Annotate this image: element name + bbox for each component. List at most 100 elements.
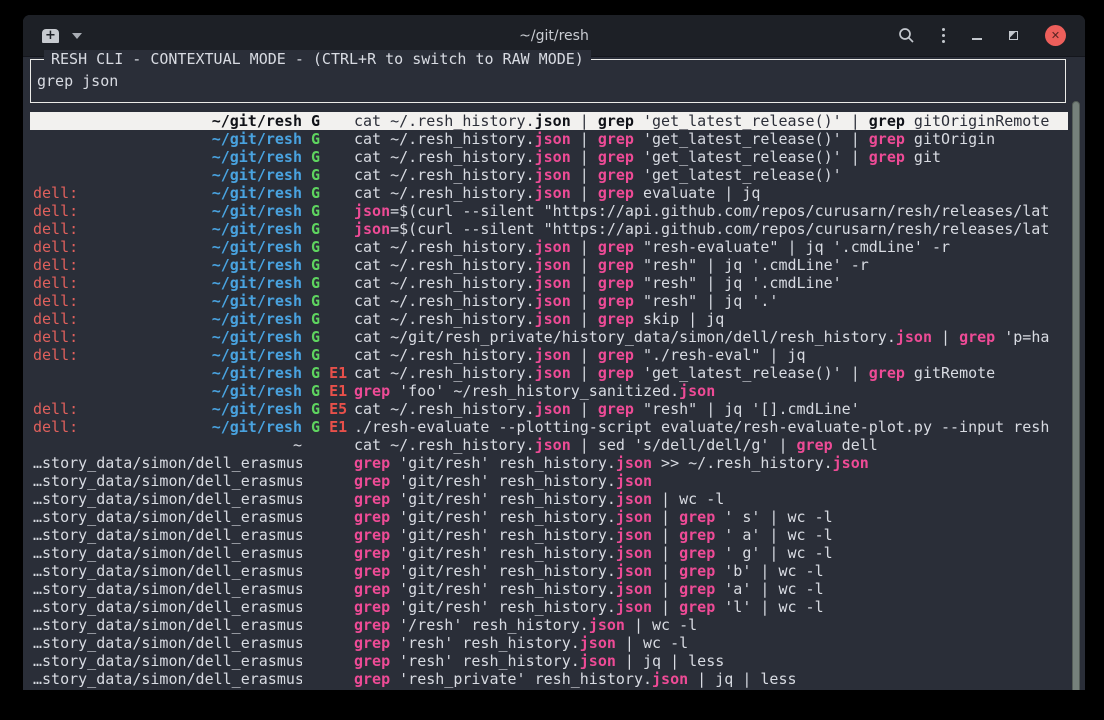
search-query-input[interactable]: grep json	[37, 72, 118, 90]
history-row[interactable]: …story_data/simon/dell_erasmusgrep 'git/…	[30, 526, 1068, 544]
command-cell: cat ~/.resh_history.json | grep "resh" |…	[354, 292, 1068, 310]
history-row[interactable]: dell:~/git/resh Gjson=$(curl --silent "h…	[30, 202, 1068, 220]
history-row[interactable]: …story_data/simon/dell_erasmusgrep 'resh…	[30, 670, 1068, 688]
command-cell: cat ~/.resh_history.json | grep 'get_lat…	[354, 148, 1068, 166]
path-cell: ~/git/resh	[212, 166, 302, 184]
path-cell: ~/git/resh	[212, 112, 302, 130]
command-cell: grep 'git/resh' resh_history.json | grep…	[354, 526, 1068, 544]
hostpath-cell: dell:~/git/resh	[30, 274, 302, 292]
command-cell: json=$(curl --silent "https://api.github…	[354, 220, 1068, 238]
chevron-down-icon	[72, 33, 82, 39]
hostpath-cell: ~/git/resh	[30, 112, 302, 130]
hostpath-cell: ~	[30, 436, 302, 454]
history-row[interactable]: dell:~/git/resh Gcat ~/.resh_history.jso…	[30, 184, 1068, 202]
flags-cell: G	[302, 256, 354, 274]
command-cell: cat ~/.resh_history.json | grep 'get_lat…	[354, 130, 1068, 148]
history-row[interactable]: dell:~/git/resh Gcat ~/.resh_history.jso…	[30, 310, 1068, 328]
history-row[interactable]: dell:~/git/resh Gcat ~/.resh_history.jso…	[30, 292, 1068, 310]
tab-dropdown-button[interactable]	[72, 33, 82, 39]
path-cell: ~/git/resh	[212, 220, 302, 238]
history-row[interactable]: …story_data/simon/dell_erasmusgrep 'git/…	[30, 562, 1068, 580]
hostpath-cell: …story_data/simon/dell_erasmus	[30, 580, 302, 598]
history-row[interactable]: …story_data/simon/dell_erasmusgrep 'resh…	[30, 634, 1068, 652]
command-cell: grep 'git/resh' resh_history.json | grep…	[354, 544, 1068, 562]
history-row[interactable]: …story_data/simon/dell_erasmusgrep '/res…	[30, 616, 1068, 634]
path-cell: ~/git/resh	[212, 256, 302, 274]
command-cell: cat ~/.resh_history.json | grep 'get_lat…	[354, 112, 1068, 130]
command-cell: cat ~/.resh_history.json | grep 'get_lat…	[354, 364, 1068, 382]
history-row[interactable]: ~/git/resh G E1cat ~/.resh_history.json …	[30, 364, 1068, 382]
history-row[interactable]: ~/git/resh Gcat ~/.resh_history.json | g…	[30, 148, 1068, 166]
flags-cell: G	[302, 166, 354, 184]
history-row[interactable]: dell:~/git/resh G E1./resh-evaluate --pl…	[30, 418, 1068, 436]
command-cell: cat ~/.resh_history.json | grep "./resh-…	[354, 346, 1068, 364]
flags-cell: G	[302, 346, 354, 364]
host-cell: dell:	[33, 202, 78, 220]
history-row[interactable]: …story_data/simon/dell_erasmusgrep 'git/…	[30, 580, 1068, 598]
path-cell: …story_data/simon/dell_erasmus	[33, 598, 302, 616]
path-cell: …story_data/simon/dell_erasmus	[33, 544, 302, 562]
command-cell: ./resh-evaluate --plotting-script evalua…	[354, 418, 1068, 436]
history-row[interactable]: …story_data/simon/dell_erasmus grep 'git/…	[30, 544, 1068, 562]
search-button[interactable]	[898, 27, 915, 44]
git-flag: G	[302, 112, 320, 130]
minimize-button[interactable]	[972, 32, 982, 40]
history-row[interactable]: ~cat ~/.resh_history.json | sed 's/dell/…	[30, 436, 1068, 454]
hostpath-cell: ~/git/resh	[30, 148, 302, 166]
git-flag: G	[302, 418, 320, 436]
scrollbar[interactable]	[1072, 101, 1080, 690]
history-row[interactable]: dell:~/git/resh Gcat ~/.resh_history.jso…	[30, 346, 1068, 364]
history-row[interactable]: …story_data/simon/dell_erasmusgrep 'git/…	[30, 490, 1068, 508]
host-cell: dell:	[33, 220, 78, 238]
flags-cell	[302, 634, 354, 652]
new-tab-button[interactable]: +	[42, 29, 59, 43]
command-cell: cat ~/.resh_history.json | grep 'get_lat…	[354, 166, 1068, 184]
history-row-selected[interactable]: ~/git/resh Gcat ~/.resh_history.json | g…	[30, 112, 1068, 130]
history-row[interactable]: dell:~/git/resh Gcat ~/.resh_history.jso…	[30, 274, 1068, 292]
history-row[interactable]: …story_data/simon/dell_erasmusgrep 'resh…	[30, 652, 1068, 670]
history-row[interactable]: ~/git/resh G E1grep 'foo' ~/resh_history…	[30, 382, 1068, 400]
history-row[interactable]: …story_data/simon/dell_erasmusgrep 'git/…	[30, 598, 1068, 616]
menu-button[interactable]	[942, 28, 945, 43]
history-row[interactable]: ~/git/resh Gcat ~/.resh_history.json | g…	[30, 130, 1068, 148]
history-row[interactable]: dell:~/git/resh Gcat ~/.resh_history.jso…	[30, 238, 1068, 256]
minimize-icon	[972, 38, 982, 40]
host-cell: dell:	[33, 274, 78, 292]
close-button[interactable]: ✕	[1045, 25, 1066, 46]
command-cell: grep 'foo' ~/resh_history_sanitized.json	[354, 382, 1068, 400]
hostpath-cell: …story_data/simon/dell_erasmus	[30, 616, 302, 634]
restore-button[interactable]	[1009, 31, 1018, 40]
host-cell: dell:	[33, 328, 78, 346]
git-flag: G	[302, 166, 320, 184]
host-cell: dell:	[33, 400, 78, 418]
git-flag: G	[302, 346, 320, 364]
host-cell: dell:	[33, 256, 78, 274]
path-cell: ~/git/resh	[212, 202, 302, 220]
history-row[interactable]: dell:~/git/resh Gcat ~/git/resh_private/…	[30, 328, 1068, 346]
history-row[interactable]: …story_data/simon/dell_erasmusgrep 'git/…	[30, 472, 1068, 490]
flags-cell	[302, 436, 354, 454]
history-row[interactable]: …story_data/simon/dell_erasmusgrep 'git/…	[30, 508, 1068, 526]
history-row[interactable]: …story_data/simon/dell_erasmusgrep 'git/…	[30, 454, 1068, 472]
exit-status-flag: E1	[320, 364, 347, 382]
flags-cell: G	[302, 328, 354, 346]
terminal-content: RESH CLI - CONTEXTUAL MODE - (CTRL+R to …	[23, 57, 1085, 690]
hostpath-cell: dell:~/git/resh	[30, 328, 302, 346]
history-row[interactable]: dell:~/git/resh G E5cat ~/.resh_history.…	[30, 400, 1068, 418]
flags-cell	[302, 544, 354, 562]
history-row[interactable]: ~/git/resh Gcat ~/.resh_history.json | g…	[30, 166, 1068, 184]
path-cell: ~/git/resh	[212, 364, 302, 382]
git-flag: G	[302, 328, 320, 346]
search-icon	[898, 27, 915, 44]
history-row[interactable]: dell: ~/git/resh Gjson=$(curl --silent "h…	[30, 220, 1068, 238]
path-cell: ~/git/resh	[212, 292, 302, 310]
path-cell: ~/git/resh	[212, 310, 302, 328]
command-cell: cat ~/.resh_history.json | grep "resh" |…	[354, 256, 1068, 274]
hostpath-cell: …story_data/simon/dell_erasmus	[30, 472, 302, 490]
flags-cell: G E1	[302, 364, 354, 382]
history-row[interactable]: dell: ~/git/resh Gcat ~/.resh_history.jso…	[30, 256, 1068, 274]
command-cell: grep 'git/resh' resh_history.json >> ~/.…	[354, 454, 1068, 472]
flags-cell: G	[302, 220, 354, 238]
hostpath-cell: …story_data/simon/dell_erasmus	[30, 670, 302, 688]
hostpath-cell: dell:~/git/resh	[30, 292, 302, 310]
